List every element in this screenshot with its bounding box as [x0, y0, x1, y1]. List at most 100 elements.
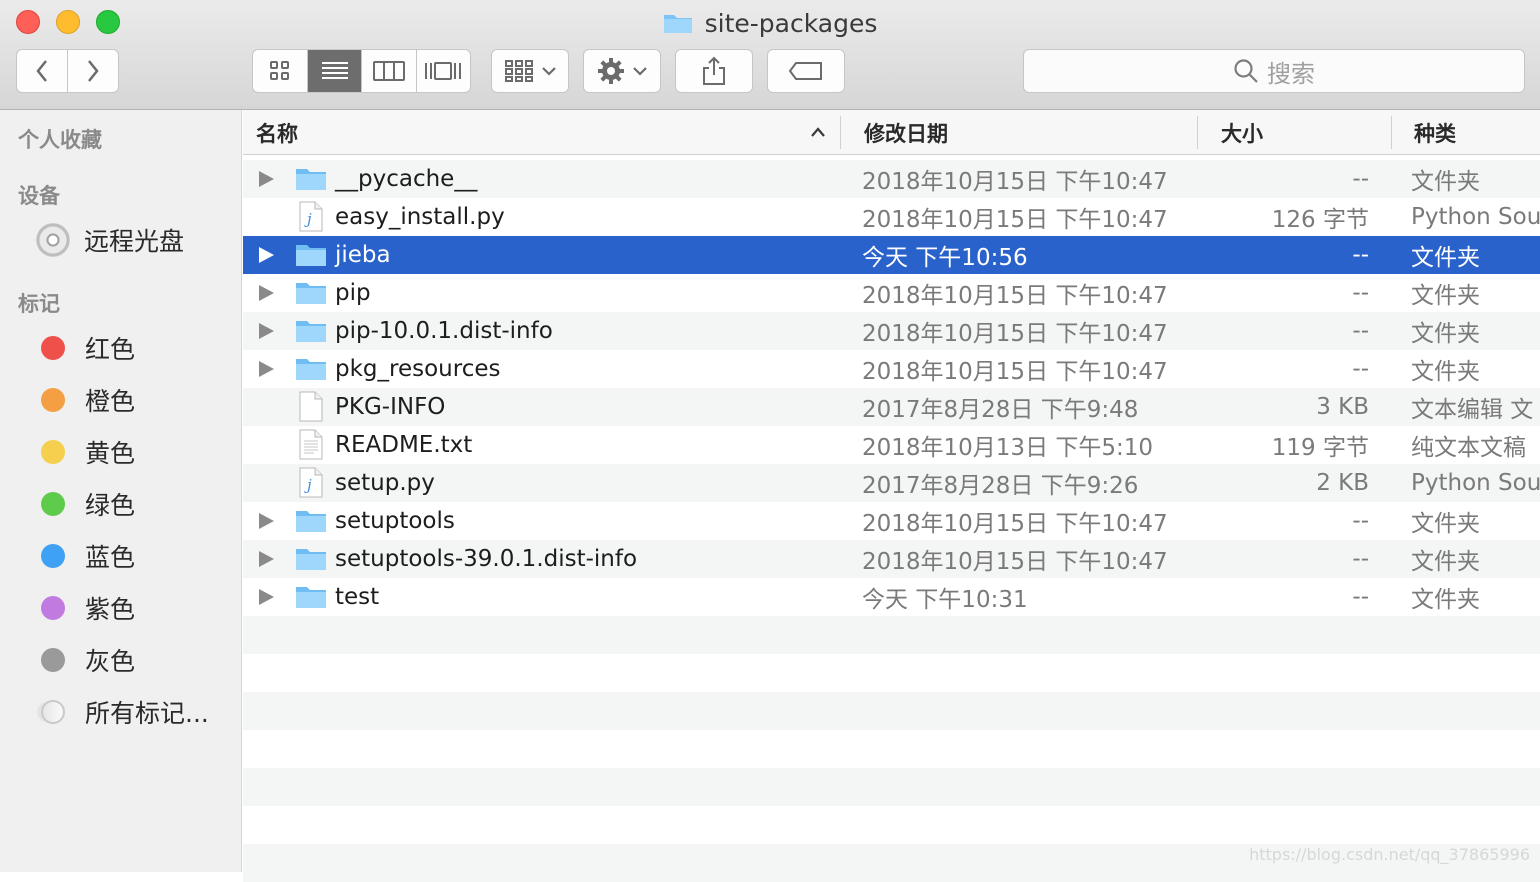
- sidebar-tag-item[interactable]: 所有标记...: [36, 694, 209, 730]
- window-toolbar: site-packages 搜索: [0, 0, 1540, 110]
- file-name: README.txt: [335, 432, 473, 458]
- file-name: pkg_resources: [335, 356, 501, 382]
- file-size: 126 字节: [1271, 207, 1369, 233]
- sidebar-heading-devices: 设备: [18, 184, 60, 208]
- file-row[interactable]: pip-10.0.1.dist-info 2018年10月15日 下午10:47 -…: [243, 312, 1540, 350]
- optical-disc-icon: [36, 223, 70, 257]
- list-view-button[interactable]: [308, 50, 363, 92]
- file-row[interactable]: setuptools-39.0.1.dist-info 2018年10月15日 下…: [243, 540, 1540, 578]
- empty-row: [243, 806, 1540, 844]
- empty-row: [243, 616, 1540, 654]
- back-button[interactable]: [17, 50, 68, 92]
- column-header-size[interactable]: 大小: [1221, 110, 1263, 155]
- file-row[interactable]: pip 2018年10月15日 下午10:47 -- 文件夹: [243, 274, 1540, 312]
- watermark: https://blog.csdn.net/qq_37865996: [1249, 845, 1530, 864]
- disclosure-triangle-icon[interactable]: [259, 551, 274, 567]
- group-by-button[interactable]: [491, 49, 569, 93]
- sidebar-heading-favorites: 个人收藏: [18, 128, 102, 152]
- sidebar-tag-item[interactable]: 橙色: [36, 382, 135, 418]
- file-modified: 2018年10月15日 下午10:47: [862, 549, 1168, 575]
- folder-icon: [296, 321, 326, 342]
- disclosure-triangle-icon[interactable]: [259, 361, 274, 377]
- sidebar-tag-item[interactable]: 灰色: [36, 642, 135, 678]
- file-name: __pycache__: [335, 166, 478, 192]
- tag-color-dot: [41, 388, 65, 412]
- column-view-icon: [373, 61, 406, 81]
- disclosure-triangle-icon[interactable]: [259, 171, 274, 187]
- file-name: setuptools: [335, 508, 455, 534]
- empty-row: [243, 768, 1540, 806]
- file-modified: 2018年10月15日 下午10:47: [862, 359, 1168, 385]
- disclosure-triangle-icon[interactable]: [259, 323, 274, 339]
- disclosure-triangle-icon[interactable]: [259, 589, 274, 605]
- file-kind: 文件夹: [1411, 549, 1480, 575]
- file-kind: 纯文本文稿: [1411, 435, 1526, 461]
- share-button[interactable]: [675, 49, 753, 93]
- forward-button[interactable]: [68, 50, 118, 92]
- search-icon: [1234, 59, 1258, 83]
- file-modified: 今天 下午10:31: [862, 587, 1028, 613]
- column-divider[interactable]: [1197, 116, 1198, 149]
- file-modified: 2017年8月28日 下午9:48: [862, 397, 1139, 423]
- file-row[interactable]: __pycache__ 2018年10月15日 下午10:47 -- 文件夹: [243, 160, 1540, 198]
- sidebar-tag-item[interactable]: 蓝色: [36, 538, 135, 574]
- icon-view-button[interactable]: [253, 50, 309, 92]
- empty-row: [243, 730, 1540, 768]
- column-divider[interactable]: [840, 116, 841, 149]
- sidebar-tag-item[interactable]: 红色: [36, 330, 135, 366]
- file-row[interactable]: pkg_resources 2018年10月15日 下午10:47 -- 文件夹: [243, 350, 1540, 388]
- folder-icon: [296, 359, 326, 380]
- window-title: site-packages: [0, 6, 1540, 40]
- file-size: 119 字节: [1271, 435, 1369, 461]
- sidebar-tag-item[interactable]: 绿色: [36, 486, 135, 522]
- edit-tags-button[interactable]: [767, 49, 845, 93]
- search-field[interactable]: 搜索: [1023, 49, 1525, 93]
- action-menu-button[interactable]: [583, 49, 661, 93]
- tag-color-dot: [41, 492, 65, 516]
- file-kind: 文件夹: [1411, 321, 1480, 347]
- file-row[interactable]: PKG-INFO 2017年8月28日 下午9:48 3 KB 文本编辑 文: [243, 388, 1540, 426]
- list-header: 名称 修改日期 大小 种类: [243, 110, 1540, 155]
- file-kind: 文件夹: [1411, 359, 1480, 385]
- file-modified: 2018年10月15日 下午10:47: [862, 511, 1168, 537]
- gallery-view-button[interactable]: [417, 50, 470, 92]
- python-file-icon: j: [299, 201, 323, 232]
- column-header-modified[interactable]: 修改日期: [864, 110, 948, 155]
- file-size: 3 KB: [1316, 394, 1369, 420]
- disclosure-triangle-icon[interactable]: [259, 285, 274, 301]
- file-size: --: [1352, 280, 1369, 306]
- sidebar-item-label: 黄色: [85, 439, 136, 468]
- file-modified: 2018年10月13日 下午5:10: [862, 435, 1154, 461]
- sidebar-item-remote-disc[interactable]: 远程光盘: [36, 222, 184, 258]
- column-view-button[interactable]: [362, 50, 417, 92]
- sidebar-tag-item[interactable]: 紫色: [36, 590, 135, 626]
- file-row[interactable]: jieba 今天 下午10:56 -- 文件夹: [243, 236, 1540, 274]
- file-list: __pycache__ 2018年10月15日 下午10:47 -- 文件夹 j easy…: [243, 160, 1540, 882]
- file-row[interactable]: test 今天 下午10:31 -- 文件夹: [243, 578, 1540, 616]
- file-kind: 文件夹: [1411, 169, 1480, 195]
- all-tags-icon: [41, 700, 65, 724]
- text-file-icon: [299, 429, 323, 460]
- tag-color-dot: [41, 544, 65, 568]
- gear-icon: [598, 58, 624, 84]
- disclosure-triangle-icon[interactable]: [259, 513, 274, 529]
- file-row[interactable]: setuptools 2018年10月15日 下午10:47 -- 文件夹: [243, 502, 1540, 540]
- sidebar-item-label: 橙色: [85, 387, 136, 416]
- column-header-name[interactable]: 名称: [256, 110, 298, 155]
- file-size: --: [1352, 356, 1369, 382]
- file-row[interactable]: j setup.py 2017年8月28日 下午9:26 2 KB Python Sou: [243, 464, 1540, 502]
- gallery-view-icon: [425, 62, 462, 80]
- chevron-up-icon[interactable]: [810, 126, 826, 138]
- file-row[interactable]: j easy_install.py 2018年10月15日 下午10:47 126 字…: [243, 198, 1540, 236]
- file-modified: 2017年8月28日 下午9:26: [862, 473, 1139, 499]
- file-row[interactable]: README.txt 2018年10月13日 下午5:10 119 字节 纯文本文稿: [243, 426, 1540, 464]
- file-name: jieba: [335, 242, 391, 268]
- chevron-left-icon: [36, 60, 47, 82]
- empty-row: [243, 654, 1540, 692]
- view-mode-control: [252, 49, 471, 93]
- column-divider[interactable]: [1391, 116, 1392, 149]
- disclosure-triangle-icon[interactable]: [259, 247, 274, 263]
- sidebar-tag-item[interactable]: 黄色: [36, 434, 135, 470]
- file-size: --: [1352, 584, 1369, 610]
- column-header-kind[interactable]: 种类: [1414, 110, 1456, 155]
